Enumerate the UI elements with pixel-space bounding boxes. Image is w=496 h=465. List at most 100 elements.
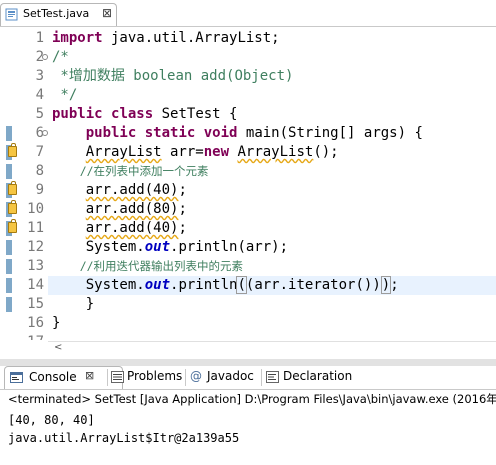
line-number: 8: [35, 163, 44, 179]
declaration-icon: [266, 371, 279, 383]
tab-javadoc-label: Javadoc: [207, 369, 254, 383]
code-token: //利用迭代器输出列表中的元素: [79, 259, 244, 273]
tab-problems[interactable]: Problems: [108, 366, 184, 389]
code-line[interactable]: 4 */: [0, 86, 496, 105]
code-text: */: [52, 86, 77, 105]
quick-diff-marker: [6, 278, 12, 293]
code-text: System.out.println(arr);: [52, 238, 288, 257]
code-token: arr.add(40): [85, 182, 179, 198]
code-token: static: [144, 125, 196, 141]
code-line[interactable]: 8 //在列表中添加一个元素: [0, 162, 496, 181]
code-line[interactable]: 1 import java.util.ArrayList;: [0, 29, 496, 48]
code-line[interactable]: 15 }: [0, 295, 496, 314]
code-line[interactable]: 11 arr.add(40);: [0, 219, 496, 238]
line-number: 15: [27, 296, 44, 312]
code-line[interactable]: 3 *增加数据 boolean add(Object): [0, 67, 496, 86]
code-line[interactable]: 13 //利用迭代器输出列表中的元素: [0, 257, 496, 276]
code-token: ;: [178, 220, 187, 236]
code-token: ;: [178, 201, 187, 217]
warning-icon[interactable]: [8, 143, 17, 157]
code-editor[interactable]: 1 import java.util.ArrayList; 2 /* 3 *增加数据 b…: [0, 27, 496, 340]
code-token: import: [52, 30, 103, 46]
code-token: /*: [52, 49, 69, 65]
code-text: arr.add(40);: [52, 219, 187, 238]
line-number: 7: [35, 144, 44, 160]
warning-icon[interactable]: [8, 181, 17, 195]
code-text: //在列表中添加一个元素: [52, 162, 209, 181]
warning-icon[interactable]: [8, 219, 17, 233]
code-token: new: [203, 144, 230, 160]
tab-console-label: Console: [29, 370, 77, 384]
code-line[interactable]: 9 arr.add(40);: [0, 181, 496, 200]
code-line[interactable]: 2 /*: [0, 48, 496, 67]
code-line[interactable]: 16}: [0, 314, 496, 333]
horizontal-scrollbar[interactable]: <: [48, 341, 496, 360]
code-token: .println: [170, 277, 238, 293]
code-text: }: [52, 295, 94, 314]
problems-icon: [111, 371, 124, 383]
line-number: 13: [27, 258, 44, 274]
quick-diff-marker: [6, 126, 12, 141]
line-number: 9: [35, 182, 44, 198]
scroll-left-icon[interactable]: <: [54, 342, 62, 353]
editor-tab-settest[interactable]: SetTest.java ⊠: [0, 3, 117, 26]
code-token: arr.add(40): [85, 220, 179, 236]
warning-icon[interactable]: [8, 200, 17, 214]
code-token: main(String[] args) {: [237, 125, 423, 141]
code-token: ArrayList: [237, 144, 314, 160]
fold-toggle-icon[interactable]: [42, 130, 48, 136]
editor-tab-bar: SetTest.java ⊠: [0, 0, 496, 27]
java-file-icon: [5, 8, 18, 21]
tab-declaration[interactable]: Declaration: [263, 366, 359, 389]
tab-console[interactable]: Console ⊠: [4, 366, 123, 389]
code-token: ;: [178, 182, 187, 198]
code-token: out: [144, 277, 171, 293]
code-line[interactable]: 10 arr.add(80);: [0, 200, 496, 219]
code-line[interactable]: 7 ArrayList arr=new ArrayList();: [0, 143, 496, 162]
line-number: 17: [20, 333, 44, 340]
line-number: 6: [35, 125, 44, 141]
tab-declaration-label: Declaration: [283, 369, 353, 383]
close-icon[interactable]: ⊠: [102, 6, 112, 20]
line-number: 3: [35, 68, 44, 84]
tab-problems-label: Problems: [127, 369, 183, 383]
code-token: void: [203, 125, 238, 141]
console-output-line: [40, 80, 40]: [8, 413, 95, 427]
line-number: 12: [27, 239, 44, 255]
code-text: public static void main(String[] args) {: [52, 124, 423, 143]
tab-javadoc[interactable]: @ Javadoc: [188, 366, 260, 389]
code-text: ArrayList arr=new ArrayList();: [52, 143, 339, 162]
line-number: 11: [27, 220, 44, 236]
code-token: class: [111, 106, 154, 122]
code-text: arr.add(80);: [52, 200, 187, 219]
code-token: SetTest {: [153, 106, 238, 122]
panel-divider: [0, 359, 496, 366]
code-line[interactable]: 5 public class SetTest {: [0, 105, 496, 124]
quick-diff-marker: [6, 164, 12, 179]
code-token: .println(arr);: [170, 239, 289, 255]
code-line[interactable]: 14 System.out.println((arr.iterator()));: [0, 276, 496, 295]
code-token: public: [85, 125, 137, 141]
code-line[interactable]: 6 public static void main(String[] args)…: [0, 124, 496, 143]
code-text: }: [52, 314, 60, 333]
console-output-line: java.util.ArrayList$Itr@2a139a55: [8, 431, 240, 445]
code-text: System.out.println((arr.iterator()));: [52, 276, 399, 295]
quick-diff-marker: [6, 240, 12, 255]
code-token: out: [144, 239, 171, 255]
code-token: */: [52, 87, 78, 103]
line-number: 5: [35, 106, 44, 122]
code-token: public: [52, 106, 103, 122]
fold-toggle-icon[interactable]: [42, 54, 48, 60]
code-line[interactable]: 12 System.out.println(arr);: [0, 238, 496, 257]
code-token: System.: [52, 277, 145, 293]
code-token: ): [380, 276, 392, 294]
console-header: <terminated> SetTest [Java Application] …: [0, 390, 496, 409]
code-line[interactable]: 17: [0, 333, 496, 340]
tab-separator: [185, 369, 186, 386]
close-icon[interactable]: ⊠: [85, 369, 94, 382]
code-text: import java.util.ArrayList;: [52, 29, 280, 48]
